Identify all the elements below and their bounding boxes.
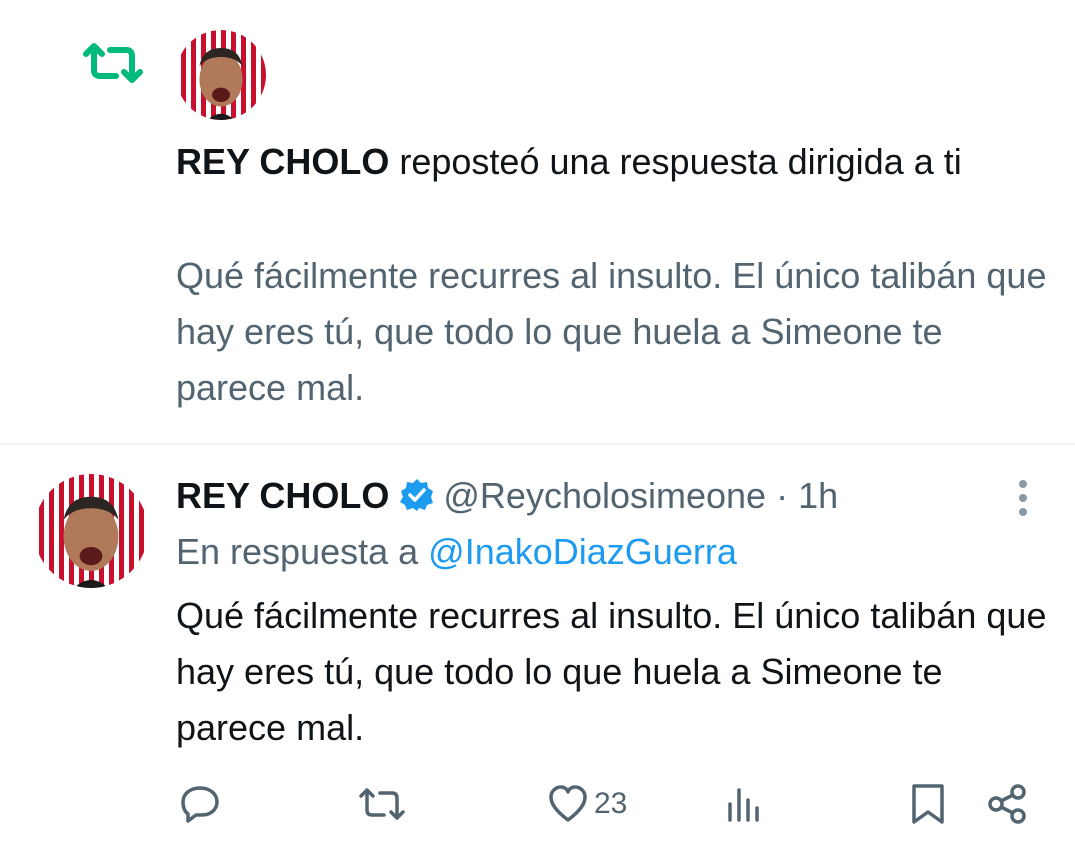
avatar[interactable] bbox=[176, 30, 266, 120]
reply-icon bbox=[181, 786, 219, 823]
tweet-text: Qué fácilmente recurres al insulto. El ú… bbox=[176, 595, 1047, 748]
more-options-icon[interactable] bbox=[1008, 476, 1038, 520]
repost-icon bbox=[78, 38, 148, 88]
author-name[interactable]: REY CHOLO bbox=[176, 475, 389, 516]
repost-icon bbox=[359, 788, 405, 820]
share-button[interactable] bbox=[986, 782, 1030, 826]
tweet-header: REY CHOLO @Reycholosimeone · 1h bbox=[176, 468, 1056, 524]
reply-button[interactable] bbox=[178, 782, 222, 826]
timestamp[interactable]: 1h bbox=[798, 475, 838, 516]
repost-button[interactable] bbox=[356, 782, 408, 826]
reply-mention-link[interactable]: @InakoDiazGuerra bbox=[428, 531, 737, 572]
notification-text: REY CHOLO reposteó una respuesta dirigid… bbox=[176, 134, 1056, 190]
actor-name[interactable]: REY CHOLO bbox=[176, 141, 389, 182]
share-icon bbox=[988, 784, 1026, 824]
notification-quoted-text[interactable]: Qué fácilmente recurres al insulto. El ú… bbox=[176, 248, 1056, 416]
bookmark-button[interactable] bbox=[908, 782, 948, 826]
like-count: 23 bbox=[594, 787, 628, 820]
like-button[interactable]: 23 bbox=[546, 782, 627, 826]
bookmark-icon bbox=[912, 784, 944, 824]
separator: · bbox=[766, 475, 799, 516]
verified-badge-icon bbox=[399, 473, 435, 511]
notification-action: reposteó una respuesta dirigida a ti bbox=[389, 141, 962, 182]
avatar[interactable] bbox=[34, 474, 148, 588]
divider bbox=[0, 443, 1075, 445]
reply-prefix: En respuesta a bbox=[176, 531, 429, 572]
views-icon bbox=[728, 788, 759, 822]
reply-context: En respuesta a @InakoDiazGuerra bbox=[176, 524, 1056, 580]
heart-icon bbox=[549, 785, 587, 822]
views-button[interactable] bbox=[722, 782, 766, 826]
author-handle[interactable]: @Reycholosimeone bbox=[443, 475, 766, 516]
